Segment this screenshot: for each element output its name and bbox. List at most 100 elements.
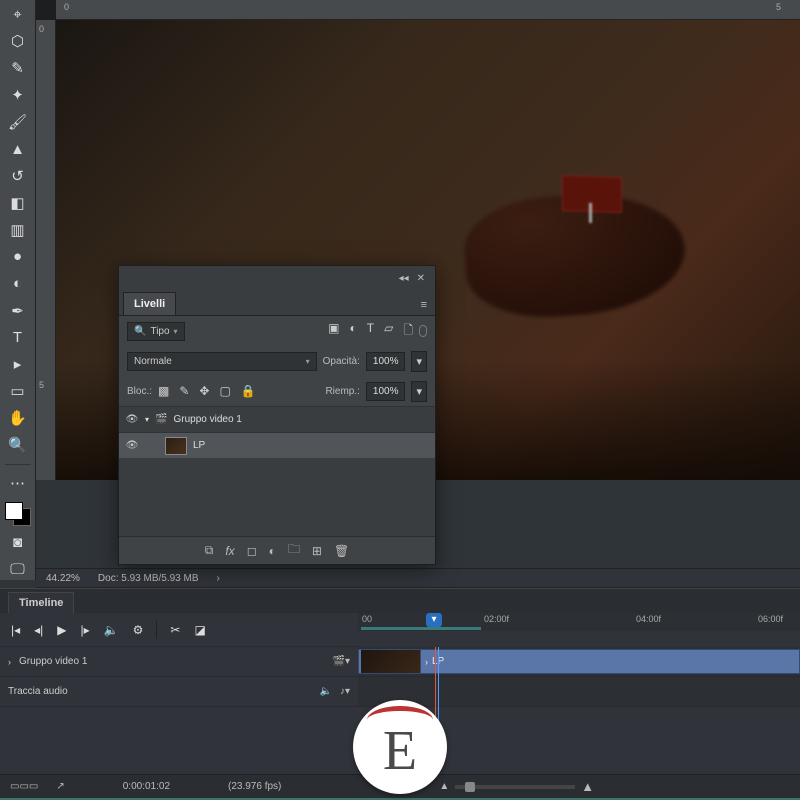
audio-mute-icon[interactable]: 🔈	[320, 686, 332, 697]
link-layers-icon[interactable]: ⧉	[205, 543, 214, 558]
filter-toggle[interactable]	[419, 325, 427, 337]
expand-track-icon[interactable]: ›	[8, 657, 11, 667]
time-tick: 04:00f	[636, 614, 661, 624]
gradient-icon[interactable]: ▥	[7, 219, 29, 240]
ruler-tick: 5	[776, 2, 781, 12]
fill-value[interactable]: 100%	[366, 382, 406, 401]
new-layer-icon[interactable]: ⊞	[312, 544, 322, 558]
filter-smart-icon[interactable]: 🗋	[403, 321, 413, 342]
group-name: Gruppo video 1	[173, 414, 241, 425]
playhead-marker[interactable]: ▾	[426, 613, 442, 627]
brush-icon[interactable]: 🖌	[7, 112, 29, 133]
filter-type-icon[interactable]: T	[367, 321, 374, 342]
history-brush-icon[interactable]: ↺	[7, 166, 29, 187]
filter-image-icon[interactable]: ▣	[328, 321, 339, 342]
panel-menu-icon[interactable]: ≡	[413, 295, 435, 315]
horizontal-ruler: 0 5	[56, 0, 800, 20]
filter-type-dropdown[interactable]: 🔍 Tipo ▾	[127, 322, 185, 341]
zoom-slider[interactable]	[455, 785, 575, 789]
layer-thumbnail[interactable]	[165, 437, 187, 455]
current-time[interactable]: 0:00:01:02	[123, 781, 170, 792]
play-icon[interactable]: ▶	[54, 621, 69, 639]
stamp-icon[interactable]: ▲	[7, 139, 29, 160]
ruler-tick: 0	[39, 24, 44, 34]
status-more-icon[interactable]: ›	[217, 573, 220, 584]
mountain-large-icon: ▲	[581, 779, 594, 794]
hand-tool-icon[interactable]: ✋	[7, 408, 29, 429]
eraser-icon[interactable]: ◧	[7, 192, 29, 213]
time-tick: 06:00f	[758, 614, 783, 624]
tab-layers[interactable]: Livelli	[123, 292, 176, 315]
lock-position-icon[interactable]: ✥	[199, 384, 209, 398]
eyedropper-icon[interactable]: ✎	[7, 58, 29, 79]
visibility-icon[interactable]: 👁	[125, 440, 139, 451]
audio-track-icon[interactable]: ♪▾	[340, 686, 350, 697]
track-name: Gruppo video 1	[19, 656, 87, 667]
shape-tool-icon[interactable]: ▭	[7, 381, 29, 402]
path-select-icon[interactable]: ▸	[7, 354, 29, 375]
time-ruler[interactable]: 00 ▾ 02:00f 04:00f 06:00f	[358, 613, 800, 631]
chevron-down-icon: ▾	[306, 357, 310, 366]
mountain-small-icon: ▲	[439, 781, 449, 792]
brand-logo: E	[353, 700, 447, 794]
lock-brush-icon[interactable]: ✎	[179, 384, 189, 398]
opacity-value[interactable]: 100%	[366, 352, 406, 371]
ruler-tick: 5	[39, 380, 44, 390]
transition-icon[interactable]: ◪	[191, 621, 208, 639]
crop-tool-icon[interactable]: ⌖	[7, 4, 29, 25]
collapse-icon[interactable]: ◂◂	[395, 273, 413, 284]
lock-artboard-icon[interactable]: ▢	[219, 384, 230, 398]
video-clip[interactable]: › LP	[358, 649, 800, 674]
healing-brush-icon[interactable]: ✦	[7, 85, 29, 106]
layer-fx-icon[interactable]: fx	[225, 544, 234, 558]
timeline-zoom[interactable]: ▲ ▲	[439, 779, 594, 794]
panel-header[interactable]: ◂◂ ✕	[119, 266, 435, 290]
lock-all-icon[interactable]: 🔒	[241, 384, 256, 398]
edit-toolbar-icon[interactable]: ⋯	[7, 473, 29, 494]
polygon-lasso-icon[interactable]: ⬡	[7, 31, 29, 52]
layer-row[interactable]: 👁 LP	[119, 432, 435, 458]
close-icon[interactable]: ✕	[413, 273, 429, 284]
go-start-icon[interactable]: |◂	[8, 621, 23, 639]
layer-group-icon[interactable]: 🗀	[288, 540, 300, 561]
screenmode-icon[interactable]: 🖵	[7, 559, 29, 580]
filter-adjust-icon[interactable]: ◐	[350, 321, 357, 342]
frame-mode-icon[interactable]: ▭▭▭	[10, 781, 38, 792]
blend-mode-dropdown[interactable]: Normale ▾	[127, 352, 317, 371]
delete-layer-icon[interactable]: 🗑	[334, 544, 349, 558]
fill-stepper[interactable]: ▾	[411, 381, 427, 402]
type-tool-icon[interactable]: T	[7, 327, 29, 348]
blur-icon[interactable]: ●	[7, 246, 29, 267]
chevron-down-icon[interactable]: ▾	[145, 415, 149, 424]
time-tick: 00	[362, 614, 372, 624]
opacity-stepper[interactable]: ▾	[411, 351, 427, 372]
layer-mask-icon[interactable]: ◻	[247, 544, 257, 558]
adjustment-layer-icon[interactable]: ◐	[269, 544, 276, 558]
split-clip-icon[interactable]: ✂	[167, 621, 183, 639]
quickmask-icon[interactable]: ◙	[7, 532, 29, 553]
prev-frame-icon[interactable]: ◂|	[31, 621, 46, 639]
pen-icon[interactable]: ✒	[7, 300, 29, 321]
video-track-icon[interactable]: 🎬▾	[333, 656, 350, 667]
track-name: Traccia audio	[8, 686, 68, 697]
zoom-level[interactable]: 44.22%	[46, 573, 80, 584]
work-area-bar[interactable]	[361, 627, 481, 630]
clip-expand-icon[interactable]: ›	[425, 657, 428, 667]
video-track[interactable]: › Gruppo video 1 🎬▾ › LP	[0, 647, 800, 677]
fps-readout[interactable]: (23.976 fps)	[228, 781, 281, 792]
next-frame-icon[interactable]: |▸	[78, 621, 93, 639]
lock-pixels-icon[interactable]: ▩	[158, 384, 169, 398]
settings-icon[interactable]: ⚙	[130, 621, 147, 639]
toolbox: ⌖ ⬡ ✎ ✦ 🖌 ▲ ↺ ◧ ▥ ● ◐ ✒ T ▸ ▭ ✋ 🔍 ⋯ ◙ 🖵	[0, 0, 36, 580]
filter-shape-icon[interactable]: ▱	[384, 321, 393, 342]
doc-size[interactable]: Doc: 5.93 MB/5.93 MB	[98, 573, 199, 584]
layer-group-row[interactable]: 👁 ▾ 🎬 Gruppo video 1	[119, 406, 435, 432]
dodge-icon[interactable]: ◐	[7, 273, 29, 294]
export-icon[interactable]: ↗	[56, 781, 64, 792]
zoom-tool-icon[interactable]: 🔍	[7, 435, 29, 456]
mute-icon[interactable]: 🔈	[101, 621, 122, 639]
color-swatches[interactable]	[5, 502, 31, 527]
status-bar: 44.22% Doc: 5.93 MB/5.93 MB ›	[36, 568, 800, 588]
tab-timeline[interactable]: Timeline	[8, 592, 74, 613]
visibility-icon[interactable]: 👁	[125, 414, 139, 425]
